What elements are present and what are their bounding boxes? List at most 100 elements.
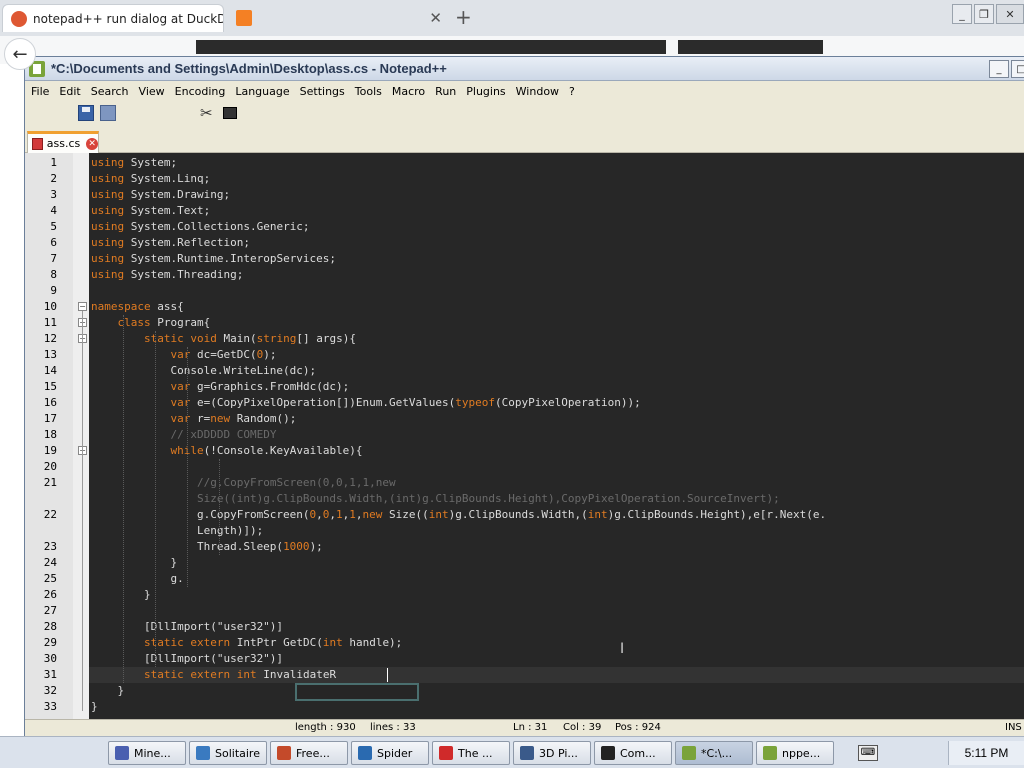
- fold-toggle-icon[interactable]: −: [78, 302, 87, 311]
- close-tab-icon[interactable]: ✕: [429, 9, 442, 27]
- code-line[interactable]: 32 }: [25, 683, 1024, 699]
- code-line[interactable]: 13 var dc=GetDC(0);: [25, 347, 1024, 363]
- code-line[interactable]: 33}: [25, 699, 1024, 715]
- minimize-icon[interactable]: _: [989, 60, 1009, 78]
- indent-guide: [219, 459, 220, 555]
- menu-macro[interactable]: Macro: [392, 85, 425, 98]
- minimize-icon[interactable]: _: [952, 4, 972, 24]
- code-line[interactable]: Length)]);: [25, 523, 1024, 539]
- code-line[interactable]: 14 Console.WriteLine(dc);: [25, 363, 1024, 379]
- code-line[interactable]: 19− while(!Console.KeyAvailable){: [25, 443, 1024, 459]
- line-number: 31: [43, 668, 57, 681]
- taskbar-item[interactable]: Com...: [594, 741, 672, 765]
- menu-edit[interactable]: Edit: [59, 85, 80, 98]
- browser-tab-duckduckgo[interactable]: notepad++ run dialog at DuckDuc ✕: [2, 4, 224, 32]
- menu-window[interactable]: Window: [516, 85, 559, 98]
- search-bar[interactable]: [678, 40, 823, 54]
- line-number: 26: [43, 588, 57, 601]
- code-line[interactable]: 21 //g.CopyFromScreen(0,0,1,1,new: [25, 475, 1024, 491]
- save-icon[interactable]: [78, 105, 94, 121]
- taskbar-item[interactable]: Free...: [270, 741, 348, 765]
- taskbar-item-label: Solitaire: [215, 746, 260, 760]
- menu-encoding[interactable]: Encoding: [175, 85, 226, 98]
- code-line[interactable]: 10 − namespace ass{: [25, 299, 1024, 315]
- code-text: static extern int InvalidateR: [143, 668, 337, 681]
- menu-search[interactable]: Search: [91, 85, 129, 98]
- code-line[interactable]: 8 using System.Threading;: [25, 267, 1024, 283]
- cut-icon[interactable]: ✂: [200, 105, 216, 121]
- code-line[interactable]: 16 var e=(CopyPixelOperation[])Enum.GetV…: [25, 395, 1024, 411]
- browser-tab-stackoverflow[interactable]: ✕: [228, 4, 450, 32]
- copy-icon[interactable]: [223, 107, 237, 119]
- code-line[interactable]: 6 using System.Reflection;: [25, 235, 1024, 251]
- taskbar-item[interactable]: *C:\...: [675, 741, 753, 765]
- code-line[interactable]: Size((int)g.ClipBounds.Width,(int)g.Clip…: [25, 491, 1024, 507]
- taskbar-item[interactable]: The ...: [432, 741, 510, 765]
- code-text: }: [91, 588, 151, 601]
- line-number: 10: [43, 300, 57, 313]
- file-tab-label: ass.cs: [46, 137, 81, 150]
- address-bar[interactable]: [196, 40, 666, 54]
- line-number: 6: [50, 236, 57, 249]
- save-all-icon[interactable]: [100, 105, 116, 121]
- code-line[interactable]: 2 using System.Linq;: [25, 171, 1024, 187]
- menu-plugins[interactable]: Plugins: [466, 85, 505, 98]
- code-line[interactable]: 7 using System.Runtime.InteropServices;: [25, 251, 1024, 267]
- code-line[interactable]: 11− class Program{: [25, 315, 1024, 331]
- line-number: 20: [43, 460, 57, 473]
- code-line[interactable]: 25 g.: [25, 571, 1024, 587]
- code-text: var g=Graphics.FromHdc(dc);: [170, 380, 350, 393]
- line-number: 12: [43, 332, 57, 345]
- code-text: Size((int)g.ClipBounds.Width,(int)g.Clip…: [196, 492, 780, 505]
- code-editor[interactable]: 1 using System; 2 using System.Linq; 3 using …: [25, 153, 1024, 719]
- code-line[interactable]: 3 using System.Drawing;: [25, 187, 1024, 203]
- taskbar: Mine... Solitaire Free... Spider The ... 3D P…: [0, 736, 1024, 768]
- code-line[interactable]: 17 var r=new Random();: [25, 411, 1024, 427]
- code-line[interactable]: 26 }: [25, 587, 1024, 603]
- menu-view[interactable]: View: [139, 85, 165, 98]
- code-line[interactable]: 9: [25, 283, 1024, 299]
- code-line[interactable]: 1 using System;: [25, 155, 1024, 171]
- taskbar-item[interactable]: nppe...: [756, 741, 834, 765]
- autocomplete-popup[interactable]: [295, 683, 419, 701]
- close-window-icon[interactable]: ✕: [996, 4, 1024, 24]
- back-button[interactable]: ←: [4, 38, 36, 70]
- file-tab-ass-cs[interactable]: ass.cs ✕: [27, 131, 99, 153]
- taskbar-item[interactable]: Solitaire: [189, 741, 267, 765]
- line-number: 23: [43, 540, 57, 553]
- code-text: g.: [91, 572, 184, 585]
- menu-settings[interactable]: Settings: [300, 85, 345, 98]
- menu-run[interactable]: Run: [435, 85, 456, 98]
- code-line[interactable]: 12− static void Main(string[] args){: [25, 331, 1024, 347]
- close-file-icon[interactable]: ✕: [86, 137, 98, 150]
- code-line[interactable]: 27: [25, 603, 1024, 619]
- new-tab-button[interactable]: +: [455, 5, 472, 29]
- code-line[interactable]: 31 static extern int InvalidateR: [25, 667, 1024, 683]
- taskbar-item[interactable]: 3D Pi...: [513, 741, 591, 765]
- code-text: while(!Console.KeyAvailable){: [170, 444, 363, 457]
- line-number: 9: [50, 284, 57, 297]
- code-line[interactable]: 15 var g=Graphics.FromHdc(dc);: [25, 379, 1024, 395]
- taskbar-item[interactable]: Spider: [351, 741, 429, 765]
- code-line[interactable]: 30 [DllImport("user32")]: [25, 651, 1024, 667]
- menu-tools[interactable]: Tools: [355, 85, 382, 98]
- app-icon: [520, 746, 534, 760]
- maximize-icon[interactable]: □: [1011, 60, 1024, 78]
- code-line[interactable]: 5 using System.Collections.Generic;: [25, 219, 1024, 235]
- line-number: 29: [43, 636, 57, 649]
- menu-help[interactable]: ?: [569, 85, 575, 98]
- code-line[interactable]: 22 g.CopyFromScreen(0,0,1,1,new Size((in…: [25, 507, 1024, 523]
- code-line[interactable]: 23 Thread.Sleep(1000);: [25, 539, 1024, 555]
- menu-language[interactable]: Language: [235, 85, 289, 98]
- taskbar-item[interactable]: Mine...: [108, 741, 186, 765]
- keyboard-icon[interactable]: ⌨: [858, 745, 878, 761]
- code-line[interactable]: 4 using System.Text;: [25, 203, 1024, 219]
- code-line[interactable]: 20: [25, 459, 1024, 475]
- menu-file[interactable]: File: [31, 85, 49, 98]
- code-line[interactable]: 24 }: [25, 555, 1024, 571]
- app-icon: [358, 746, 372, 760]
- code-line[interactable]: 18 // xDDDDD COMEDY: [25, 427, 1024, 443]
- restore-icon[interactable]: ❐: [974, 4, 994, 24]
- code-line[interactable]: 28 [DllImport("user32")]: [25, 619, 1024, 635]
- code-line[interactable]: 29 static extern IntPtr GetDC(int handle…: [25, 635, 1024, 651]
